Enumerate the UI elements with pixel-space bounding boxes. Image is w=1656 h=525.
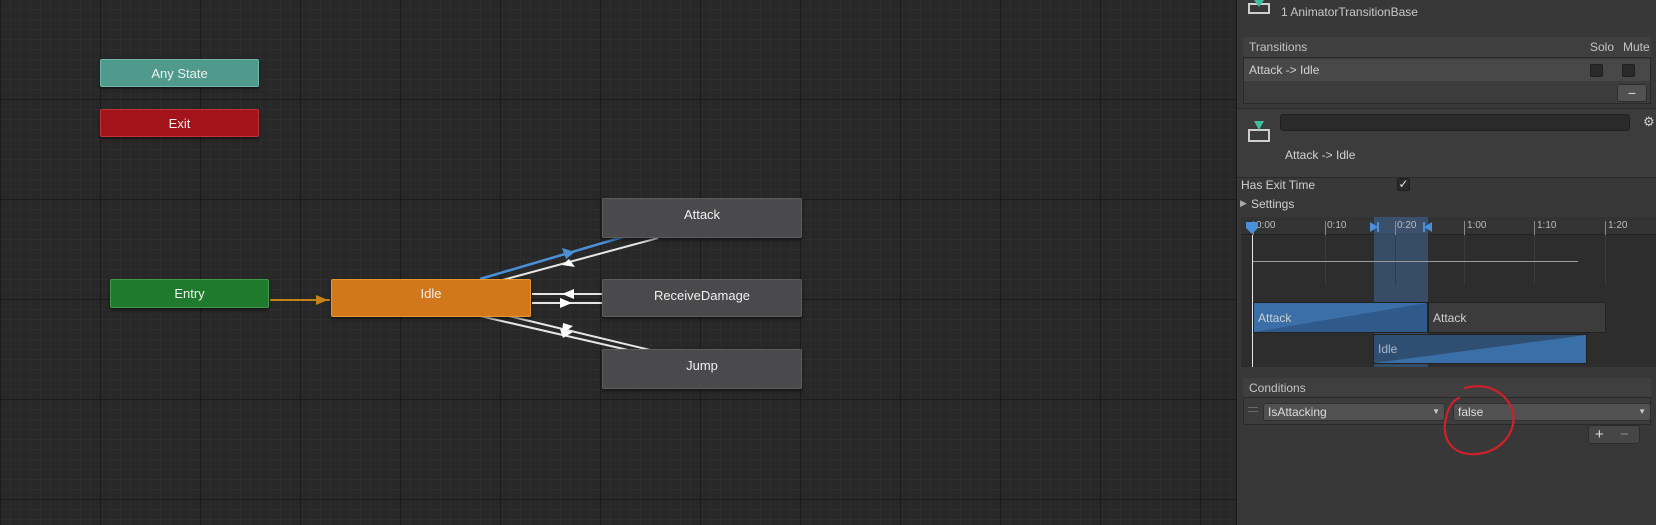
clip-label: Idle bbox=[1378, 342, 1398, 356]
state-idle[interactable]: Idle bbox=[331, 279, 531, 317]
timeline-ruler bbox=[1241, 217, 1656, 235]
transition-jump-idle[interactable] bbox=[479, 315, 629, 351]
state-label: Any State bbox=[151, 65, 208, 81]
transition-attack-idle[interactable] bbox=[479, 235, 624, 281]
timeline-tick: 0:20 bbox=[1397, 220, 1417, 231]
state-label: Idle bbox=[420, 286, 442, 301]
conditions-header-label: Conditions bbox=[1249, 381, 1306, 395]
condition-parameter-value: IsAttacking bbox=[1268, 405, 1327, 419]
state-any-state[interactable]: Any State bbox=[100, 59, 259, 87]
state-label: Exit bbox=[168, 115, 191, 131]
annotation-circle bbox=[1443, 385, 1515, 456]
state-label: Jump bbox=[686, 358, 718, 373]
selected-transition-title: Attack -> Idle bbox=[1285, 148, 1356, 162]
playhead-line bbox=[1252, 235, 1253, 367]
mute-checkbox[interactable] bbox=[1622, 64, 1635, 77]
foldout-arrow-icon[interactable]: ▶ bbox=[1240, 198, 1247, 209]
solo-checkbox[interactable] bbox=[1590, 64, 1603, 77]
clip-label: Attack bbox=[1258, 311, 1292, 325]
inspector-panel: 1 AnimatorTransitionBase Transitions Sol… bbox=[1236, 0, 1656, 525]
clip-label: Attack bbox=[1433, 311, 1467, 325]
target-clip-bar[interactable]: Idle bbox=[1373, 334, 1587, 364]
transitions-header-label: Transitions bbox=[1249, 40, 1308, 54]
transition-list-item-label: Attack -> Idle bbox=[1249, 63, 1320, 77]
add-condition-button[interactable]: + bbox=[1595, 426, 1604, 443]
state-label: Entry bbox=[174, 286, 205, 301]
state-label: ReceiveDamage bbox=[653, 288, 751, 303]
unity-editor: Any State Exit Entry Idle Attack Receive… bbox=[0, 0, 1656, 525]
condition-parameter-dropdown[interactable]: IsAttacking ▼ bbox=[1263, 403, 1445, 421]
transition-icon bbox=[1248, 121, 1270, 142]
solo-column-label: Solo bbox=[1590, 40, 1615, 54]
arrow-icon bbox=[560, 298, 572, 308]
has-exit-time-checkbox[interactable]: ✓ bbox=[1397, 178, 1410, 191]
inspector-header-title: 1 AnimatorTransitionBase bbox=[1281, 5, 1418, 19]
transition-download-icon bbox=[1248, 0, 1270, 14]
state-attack[interactable]: Attack bbox=[602, 198, 802, 238]
animator-graph-canvas[interactable]: Any State Exit Entry Idle Attack Receive… bbox=[0, 0, 1236, 525]
minus-icon: − bbox=[1627, 85, 1637, 101]
playhead-marker-icon[interactable] bbox=[1245, 221, 1259, 235]
state-label: Attack bbox=[683, 207, 721, 222]
transition-start-marker-icon[interactable] bbox=[1369, 221, 1379, 233]
timeline-tick: 1:00 bbox=[1467, 220, 1487, 231]
has-exit-time-label: Has Exit Time bbox=[1241, 178, 1316, 192]
remove-condition-button[interactable]: − bbox=[1620, 426, 1629, 443]
remove-transition-button[interactable]: − bbox=[1617, 84, 1647, 102]
transition-end-marker-icon[interactable] bbox=[1423, 221, 1433, 233]
mute-column-label: Mute bbox=[1623, 40, 1650, 54]
transition-idle-attack[interactable] bbox=[487, 237, 659, 285]
source-clip-bar[interactable]: Attack bbox=[1253, 302, 1428, 333]
state-entry[interactable]: Entry bbox=[110, 279, 269, 308]
state-jump[interactable]: Jump bbox=[602, 349, 802, 389]
checkmark-icon: ✓ bbox=[1398, 177, 1409, 191]
weight-curve bbox=[1253, 261, 1578, 262]
arrow-icon bbox=[316, 295, 328, 305]
timeline-tick: 0:10 bbox=[1327, 220, 1347, 231]
dropdown-arrow-icon: ▼ bbox=[1638, 407, 1646, 416]
drag-handle-icon[interactable] bbox=[1248, 407, 1258, 412]
transition-name-field[interactable] bbox=[1280, 114, 1630, 131]
settings-gear-icon[interactable]: ⚙ bbox=[1643, 114, 1655, 130]
source-clip-loop-bar[interactable]: Attack bbox=[1428, 302, 1606, 333]
timeline-tick: 1:20 bbox=[1608, 220, 1628, 231]
timeline-tick: 1:10 bbox=[1537, 220, 1557, 231]
state-exit[interactable]: Exit bbox=[100, 109, 259, 137]
settings-foldout-label[interactable]: Settings bbox=[1251, 197, 1294, 211]
state-receivedamage[interactable]: ReceiveDamage bbox=[602, 279, 802, 317]
transition-timeline[interactable]: 0:00 0:10 0:20 1:00 1:10 1:20 Attack Att… bbox=[1241, 217, 1656, 367]
arrow-icon bbox=[562, 289, 574, 299]
